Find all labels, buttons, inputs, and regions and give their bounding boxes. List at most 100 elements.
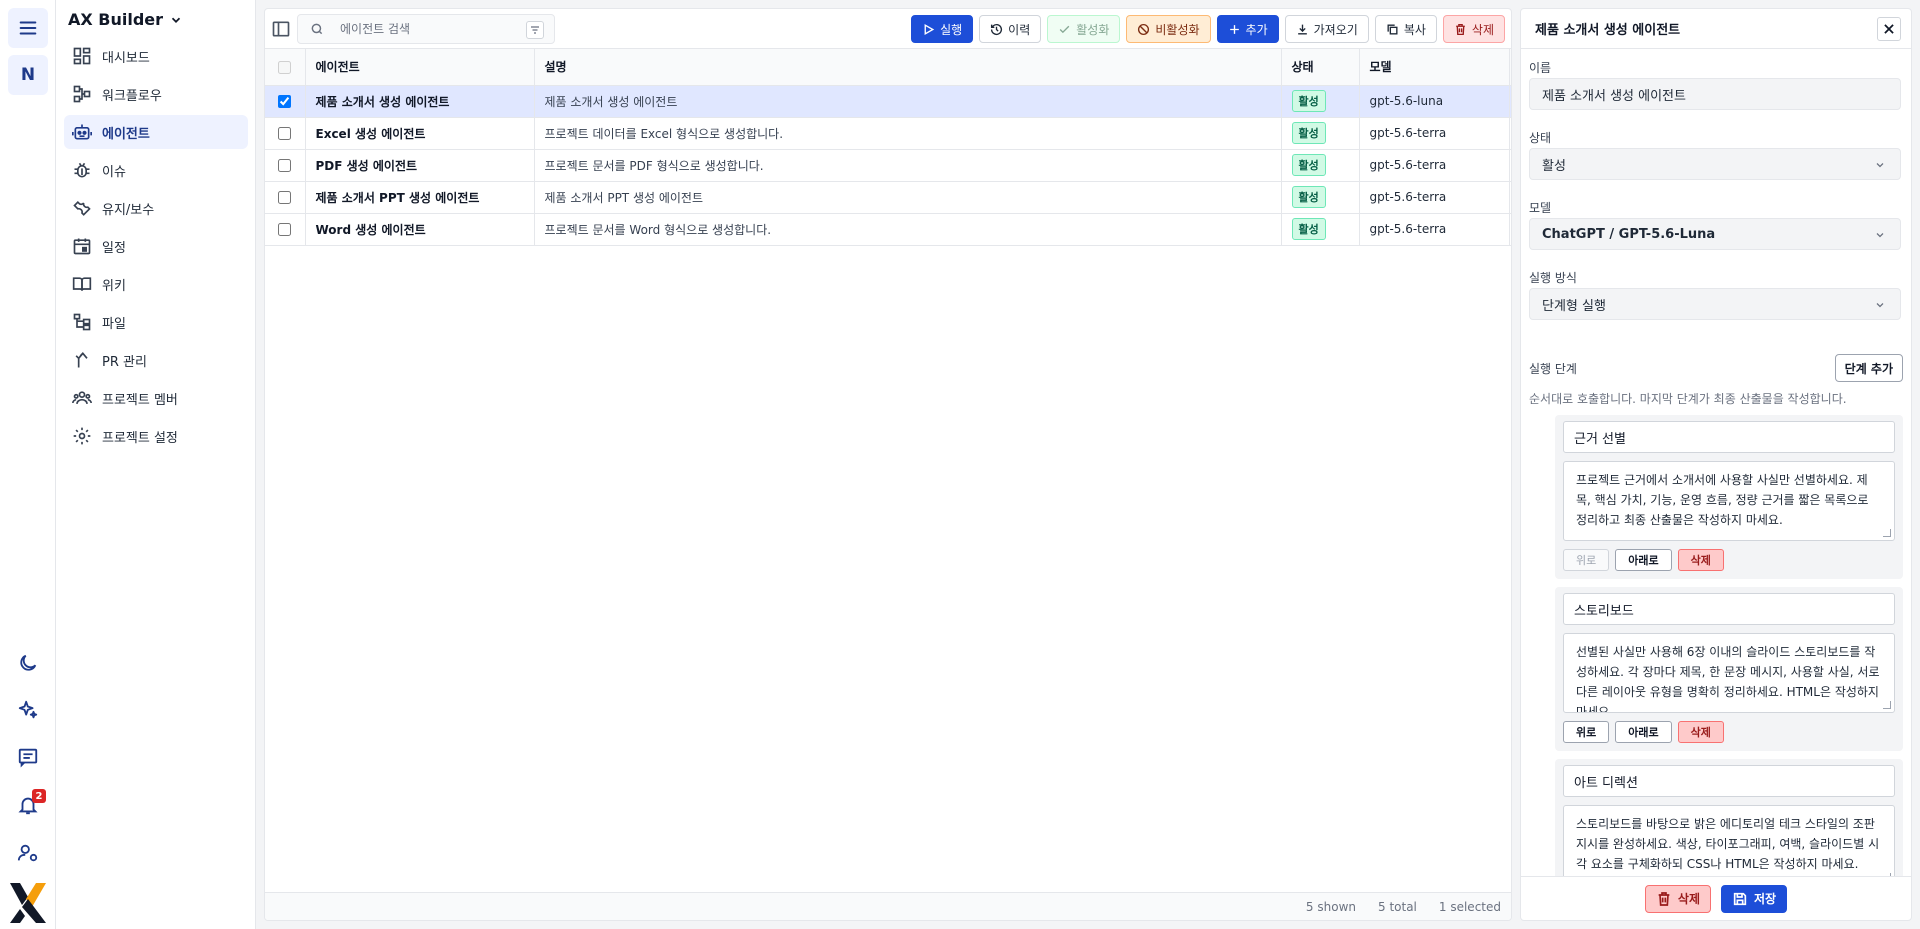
detail-delete-button[interactable]: 삭제 [1644, 884, 1711, 913]
app-title[interactable]: AX Builder [68, 10, 183, 29]
row-checkbox[interactable] [278, 191, 292, 204]
select-all-cell [265, 49, 306, 86]
step-down-button[interactable]: 아래로 [1615, 549, 1672, 571]
steps-hint: 순서대로 호출합니다. 마지막 단계가 최종 산출물을 작성합니다. [1529, 392, 1847, 406]
sidebar-item-issues[interactable]: 이슈 [64, 153, 248, 187]
col-header-description[interactable]: 설명 [534, 49, 1282, 86]
step-prompt-textarea[interactable]: 프로젝트 근거에서 소개서에 사용할 사실만 선별하세요. 제목, 핵심 가치,… [1563, 461, 1895, 541]
status-cell: 활성 [1281, 117, 1360, 150]
menu-icon[interactable] [8, 8, 48, 48]
resize-handle-icon[interactable] [1883, 529, 1891, 537]
name-field[interactable]: 제품 소개서 생성 에이전트 [1529, 78, 1901, 110]
resize-handle-icon[interactable] [1883, 701, 1891, 709]
status-cell: 활성 [1281, 181, 1360, 214]
user-settings-icon[interactable] [8, 833, 48, 873]
sidebar-item-members[interactable]: 프로젝트 멤버 [64, 381, 248, 415]
add-step-button[interactable]: 단계 추가 [1834, 354, 1903, 382]
sidebar-item-files[interactable]: 파일 [64, 305, 248, 339]
search-input[interactable] [340, 22, 510, 36]
col-header-status[interactable]: 상태 [1281, 49, 1360, 86]
exec-mode-select[interactable]: 단계형 실행 [1529, 288, 1901, 320]
step-delete-button[interactable]: 삭제 [1677, 549, 1724, 571]
column-toggle-icon[interactable] [271, 19, 291, 39]
table-footer: 5 shown 5 total 1 selected [265, 892, 1511, 920]
search-box [297, 14, 555, 44]
bell-icon[interactable]: 2 [8, 785, 48, 825]
agent-model: gpt-5.6-terra [1359, 213, 1510, 246]
agent-description: 제품 소개서 PPT 생성 에이전트 [534, 181, 1282, 214]
step-prompt-textarea[interactable]: 선별된 사실만 사용해 6장 이내의 슬라이드 스토리보드를 작성하세요. 각 … [1563, 633, 1895, 713]
detail-header: 제품 소개서 생성 에이전트 [1521, 9, 1911, 49]
select-all-checkbox[interactable] [278, 60, 292, 74]
agent-model: gpt-5.6-terra [1359, 117, 1510, 150]
history-icon [991, 23, 1003, 35]
delete-button[interactable]: 삭제 [1442, 15, 1505, 43]
status-select-value: 활성 [1542, 158, 1566, 174]
add-label: 추가 [1245, 22, 1268, 37]
model-select[interactable]: ChatGPT / GPT-5.6-Luna [1529, 218, 1901, 250]
app-logo [10, 883, 46, 923]
row-checkbox[interactable] [278, 223, 292, 236]
status-badge: 활성 [1291, 218, 1326, 240]
table-row[interactable]: Word 생성 에이전트 프로젝트 문서를 Word 형식으로 생성합니다. 활… [265, 213, 1511, 246]
sidebar-item-label: 일정 [102, 240, 126, 256]
table-row[interactable]: 제품 소개서 PPT 생성 에이전트 제품 소개서 PPT 생성 에이전트 활성… [265, 181, 1511, 214]
row-checkbox[interactable] [278, 127, 292, 140]
save-button[interactable]: 저장 [1721, 884, 1788, 913]
sidebar-item-label: 대시보드 [102, 50, 150, 66]
robot-icon [72, 124, 92, 140]
row-checkbox[interactable] [278, 95, 292, 108]
history-button[interactable]: 이력 [979, 15, 1042, 43]
sidebar-item-wiki[interactable]: 위키 [64, 267, 248, 301]
activate-button[interactable]: 활성화 [1047, 15, 1121, 43]
trash-icon [1658, 891, 1670, 906]
copy-button[interactable]: 복사 [1374, 15, 1437, 43]
step-down-button[interactable]: 아래로 [1615, 721, 1672, 743]
status-select[interactable]: 활성 [1529, 148, 1901, 180]
sidebar-item-label: 프로젝트 멤버 [102, 392, 178, 408]
col-header-model[interactable]: 모델 [1359, 49, 1510, 86]
moon-icon[interactable] [8, 643, 48, 683]
import-button[interactable]: 가져오기 [1284, 15, 1369, 43]
col-header-agent[interactable]: 에이전트 [305, 49, 535, 86]
run-label: 실행 [940, 22, 963, 37]
add-button[interactable]: 추가 [1216, 15, 1279, 43]
step-prompt-textarea[interactable]: 스토리보드를 바탕으로 밝은 에디토리얼 테크 스타일의 조판 지시를 완성하세… [1563, 805, 1895, 876]
chevron-down-icon [1876, 233, 1884, 238]
step-delete-button[interactable]: 삭제 [1677, 721, 1724, 743]
run-button[interactable]: 실행 [911, 15, 974, 43]
close-button[interactable] [1877, 17, 1901, 41]
sidebar-item-maintenance[interactable]: 유지/보수 [64, 191, 248, 225]
row-checkbox[interactable] [278, 159, 292, 172]
row-select-cell [265, 181, 306, 214]
step-up-button[interactable]: 위로 [1563, 721, 1610, 743]
agent-skill-count: 2 [1509, 181, 1511, 214]
step-title-input[interactable]: 근거 선별 [1563, 421, 1895, 453]
filter-icon[interactable] [526, 21, 544, 39]
sidebar-item-dashboard[interactable]: 대시보드 [64, 39, 248, 73]
sidebar-item-workflow[interactable]: 워크플로우 [64, 77, 248, 111]
table-row[interactable]: 제품 소개서 생성 에이전트 제품 소개서 생성 에이전트 활성 gpt-5.6… [265, 85, 1511, 118]
sparkle-icon[interactable] [8, 690, 48, 730]
step-up-button[interactable]: 위로 [1563, 549, 1610, 571]
status-cell: 활성 [1281, 213, 1360, 246]
row-select-cell [265, 149, 306, 182]
agent-skill-count: 0 [1509, 213, 1511, 246]
table-row[interactable]: PDF 생성 에이전트 프로젝트 문서를 PDF 형식으로 생성합니다. 활성 … [265, 149, 1511, 182]
step-title-input[interactable]: 스토리보드 [1563, 593, 1895, 625]
sidebar-item-pr[interactable]: PR 관리 [64, 343, 248, 377]
project-switcher[interactable]: N [8, 55, 48, 95]
chat-icon[interactable] [8, 737, 48, 777]
detail-footer: 삭제 저장 [1521, 876, 1911, 920]
deactivate-button[interactable]: 비활성화 [1126, 15, 1211, 43]
sidebar-item-settings[interactable]: 프로젝트 설정 [64, 419, 248, 453]
table-row[interactable]: Excel 생성 에이전트 프로젝트 데이터를 Excel 형식으로 생성합니다… [265, 117, 1511, 150]
col-header-skill[interactable]: 스킬 [1509, 49, 1511, 86]
sidebar-item-agent[interactable]: 에이전트 [64, 115, 248, 149]
total-count: 5 total [1378, 899, 1417, 914]
step-title-input[interactable]: 아트 디렉션 [1563, 765, 1895, 797]
sidebar: AX Builder 대시보드 워크플로우 에이전트 이슈 유지/보수 일정 위… [56, 0, 256, 929]
step-prompt-text: 스토리보드를 바탕으로 밝은 에디토리얼 테크 스타일의 조판 지시를 완성하세… [1576, 817, 1880, 871]
agent-name: 제품 소개서 생성 에이전트 [305, 85, 535, 118]
sidebar-item-schedule[interactable]: 일정 [64, 229, 248, 263]
